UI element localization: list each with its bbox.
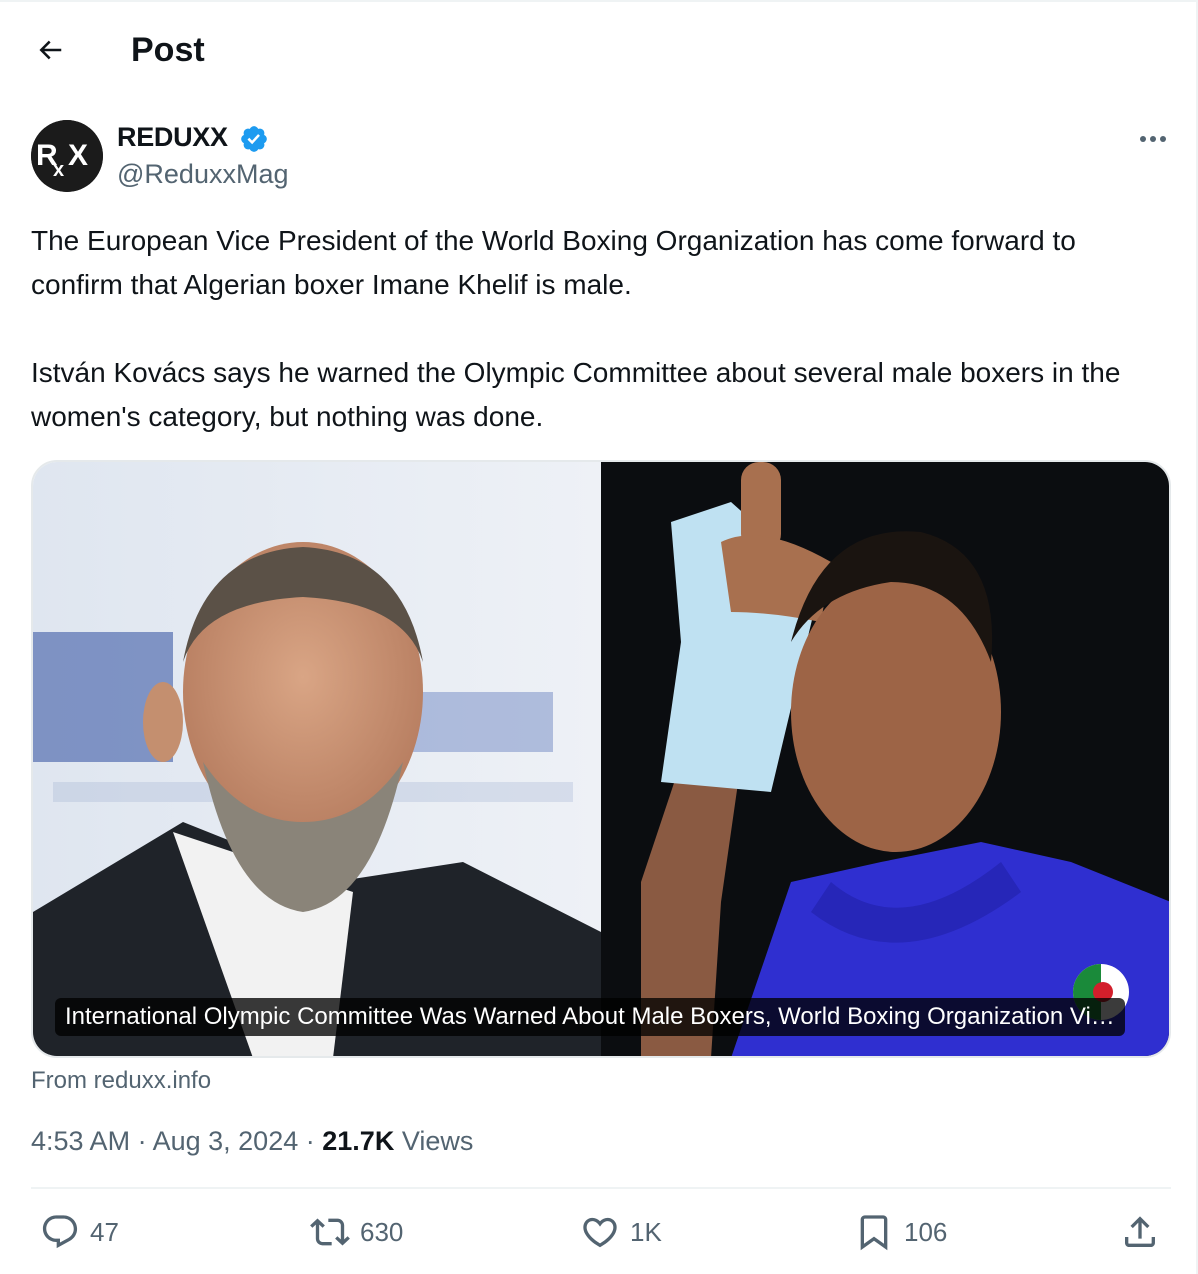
retweet-count: 630 — [360, 1216, 404, 1247]
like-button[interactable]: 1K — [580, 1206, 662, 1258]
share-icon — [1125, 1216, 1155, 1247]
tweet-text: The European Vice President of the World… — [31, 225, 1121, 432]
views-count: 21.7K — [322, 1126, 395, 1156]
page-header: Post — [0, 0, 1198, 100]
bookmark-count: 106 — [904, 1216, 948, 1247]
verified-badge-icon — [241, 126, 267, 152]
bookmark-icon — [860, 1215, 888, 1251]
reduxx-logo: R x X — [31, 120, 103, 192]
link-card[interactable]: International Olympic Committee Was Warn… — [31, 460, 1171, 1058]
more-options-button[interactable] — [1130, 122, 1176, 156]
svg-text:X: X — [68, 139, 88, 172]
post-time[interactable]: 4:53 AM — [31, 1126, 130, 1156]
meta-separator: · — [137, 1126, 147, 1156]
page-title: Post — [131, 31, 205, 69]
bookmark-button[interactable]: 106 — [854, 1206, 947, 1258]
post-date[interactable]: Aug 3, 2024 — [153, 1126, 299, 1156]
back-button[interactable] — [28, 28, 72, 72]
share-button[interactable] — [1120, 1206, 1160, 1258]
reply-count: 47 — [90, 1216, 119, 1247]
views-label: Views — [401, 1126, 474, 1156]
svg-text:x: x — [53, 159, 64, 181]
arrow-left-icon — [39, 40, 62, 60]
reply-button[interactable]: 47 — [40, 1206, 119, 1258]
retweet-button[interactable]: 630 — [310, 1206, 403, 1258]
ellipsis-icon — [1140, 136, 1166, 142]
card-caption: International Olympic Committee Was Warn… — [55, 998, 1125, 1036]
meta-separator: · — [305, 1126, 315, 1156]
post-meta: 4:53 AM · Aug 3, 2024 · 21.7K Views — [31, 1122, 473, 1160]
card-image-boxer — [601, 462, 1169, 1056]
card-source-link[interactable]: From reduxx.info — [31, 1066, 211, 1096]
action-bar: 47 630 1K 106 — [0, 1206, 1198, 1258]
like-count: 1K — [630, 1216, 662, 1247]
author-name[interactable]: REDUXX — [117, 120, 228, 154]
card-image-speaker — [33, 462, 601, 1056]
divider — [31, 1187, 1171, 1189]
heart-icon — [583, 1217, 617, 1248]
author-handle[interactable]: @ReduxxMag — [117, 157, 288, 191]
reply-icon — [42, 1215, 78, 1249]
avatar[interactable]: R x X — [31, 120, 103, 192]
retweet-icon — [310, 1218, 350, 1246]
